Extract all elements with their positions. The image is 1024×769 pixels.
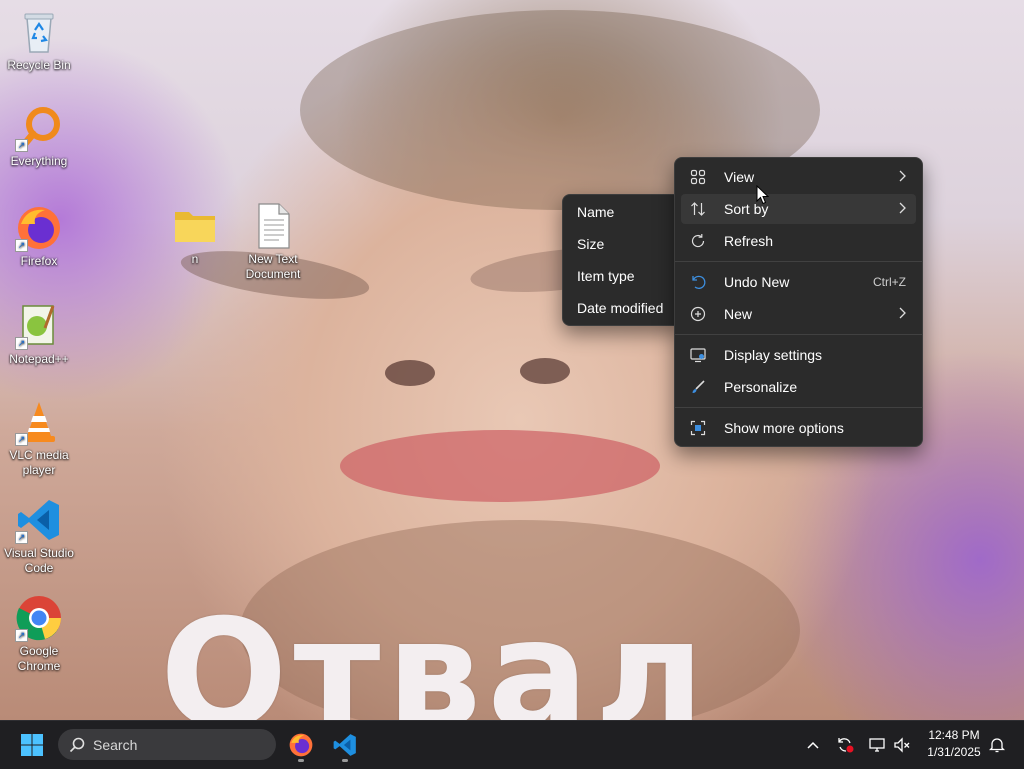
sort-by-name[interactable]: Name: [569, 197, 675, 227]
menu-separator: [675, 334, 922, 335]
desktop-icon-label: New Text Document: [245, 252, 301, 281]
menu-item-label: Undo New: [724, 274, 790, 290]
sort-by-size[interactable]: Size: [569, 229, 675, 259]
menu-item-label: Personalize: [724, 379, 798, 395]
shortcut-hint: Ctrl+Z: [873, 275, 906, 289]
vscode-shortcut[interactable]: ↗ Visual Studio Code: [0, 496, 79, 576]
chevron-right-icon: [898, 307, 906, 322]
wallpaper-nostril-left: [385, 360, 435, 386]
clock-date: 1/31/2025: [927, 745, 981, 759]
sort-by-submenu: Name Size Item type Date modified: [562, 194, 682, 326]
notepad-plus-plus-shortcut[interactable]: ↗ Notepad++: [0, 302, 79, 367]
chevron-right-icon: [898, 202, 906, 217]
menu-item-label: Sort by: [724, 201, 769, 217]
menu-item-label: New: [724, 306, 753, 322]
desktop-icon-label: Recycle Bin: [7, 58, 71, 72]
chrome-icon: ↗: [15, 594, 63, 642]
sort-arrows-icon: [690, 201, 706, 217]
everything-shortcut[interactable]: ↗ Everything: [0, 104, 79, 169]
volume-muted-icon[interactable]: [890, 733, 914, 757]
running-indicator: [298, 759, 304, 762]
clock-time: 12:48 PM: [928, 728, 980, 742]
desktop-context-menu: View Sort by Refresh Undo New Ctrl+Z New…: [674, 157, 923, 447]
taskbar-firefox[interactable]: [283, 727, 319, 763]
firefox-shortcut[interactable]: ↗ Firefox: [0, 204, 79, 269]
wallpaper-caption: Отвал: [160, 588, 711, 720]
taskbar: Search 12:48 PM 1/31/2025: [0, 720, 1024, 769]
desktop-icon-label: Visual Studio Code: [4, 546, 74, 575]
sort-by-item-type[interactable]: Item type: [569, 261, 675, 291]
everything-search-icon: ↗: [15, 104, 63, 152]
menu-item-label: Show more options: [724, 420, 844, 436]
menu-separator: [675, 261, 922, 262]
shortcut-arrow-icon: ↗: [15, 433, 28, 446]
desktop-icon-label: Notepad++: [9, 352, 69, 366]
shortcut-arrow-icon: ↗: [15, 629, 28, 642]
vscode-icon: [333, 734, 356, 756]
menu-item-sort-by[interactable]: Sort by: [681, 194, 916, 224]
desktop-icon-label: Firefox: [20, 254, 58, 268]
shortcut-arrow-icon: ↗: [15, 239, 28, 252]
menu-item-personalize[interactable]: Personalize: [681, 372, 916, 402]
start-button[interactable]: [14, 729, 50, 761]
chrome-shortcut[interactable]: ↗ Google Chrome: [0, 594, 79, 674]
network-icon[interactable]: [865, 733, 889, 757]
sync-error-icon[interactable]: [833, 733, 857, 757]
vscode-icon: ↗: [15, 496, 63, 544]
vlc-shortcut[interactable]: ↗ VLC media player: [0, 398, 79, 478]
search-icon: [69, 737, 85, 753]
undo-icon: [690, 274, 706, 290]
plus-circle-icon: [690, 306, 706, 322]
submenu-label: Name: [577, 204, 615, 220]
desktop-icon-label: Google Chrome: [17, 644, 61, 673]
menu-separator: [675, 407, 922, 408]
taskbar-clock[interactable]: 12:48 PM 1/31/2025: [914, 727, 994, 761]
menu-item-view[interactable]: View: [681, 162, 916, 192]
notepad-plus-plus-icon: ↗: [15, 302, 63, 350]
shortcut-arrow-icon: ↗: [15, 337, 28, 350]
desktop-icon-label: Everything: [10, 154, 68, 168]
recycle-bin-icon: [15, 8, 63, 56]
mouse-cursor-icon: [756, 184, 770, 210]
shortcut-arrow-icon: ↗: [15, 531, 28, 544]
submenu-label: Item type: [577, 268, 635, 284]
shortcut-arrow-icon: ↗: [15, 139, 28, 152]
menu-item-label: Refresh: [724, 233, 774, 249]
wallpaper-nostril-right: [520, 358, 570, 384]
firefox-icon: ↗: [15, 204, 63, 252]
desktop-icon-label: n: [191, 252, 199, 266]
menu-item-undo-new[interactable]: Undo New Ctrl+Z: [681, 267, 916, 297]
taskbar-vscode[interactable]: [327, 727, 363, 763]
menu-item-refresh[interactable]: Refresh: [681, 226, 916, 256]
folder-n[interactable]: n: [155, 202, 235, 267]
new-text-document-file[interactable]: New Text Document: [233, 202, 313, 282]
folder-icon: [171, 202, 219, 250]
sort-by-date-modified[interactable]: Date modified: [569, 293, 675, 323]
grid-icon: [690, 169, 706, 185]
menu-item-new[interactable]: New: [681, 299, 916, 329]
recycle-bin-shortcut[interactable]: Recycle Bin: [0, 8, 79, 73]
show-hidden-icons-chevron-up-icon[interactable]: [801, 733, 825, 757]
notification-bell-icon[interactable]: [985, 733, 1009, 757]
menu-item-show-more-options[interactable]: Show more options: [681, 413, 916, 443]
firefox-icon: [289, 733, 313, 757]
search-placeholder: Search: [93, 736, 138, 753]
submenu-label: Size: [577, 236, 605, 252]
desktop-icon-label: VLC media player: [9, 448, 69, 477]
running-indicator: [342, 759, 348, 762]
paintbrush-icon: [690, 379, 706, 395]
text-file-icon: [249, 202, 297, 250]
taskbar-search-box[interactable]: Search: [58, 729, 276, 760]
submenu-label: Date modified: [577, 300, 664, 316]
show-more-options-icon: [690, 420, 706, 436]
refresh-icon: [690, 233, 706, 249]
windows-logo-icon: [21, 734, 43, 756]
vlc-cone-icon: ↗: [15, 398, 63, 446]
chevron-right-icon: [898, 170, 906, 185]
menu-item-display-settings[interactable]: Display settings: [681, 340, 916, 370]
menu-item-label: View: [724, 169, 755, 185]
wallpaper-lips: [340, 430, 660, 502]
menu-item-label: Display settings: [724, 347, 823, 363]
display-settings-icon: [690, 347, 706, 363]
